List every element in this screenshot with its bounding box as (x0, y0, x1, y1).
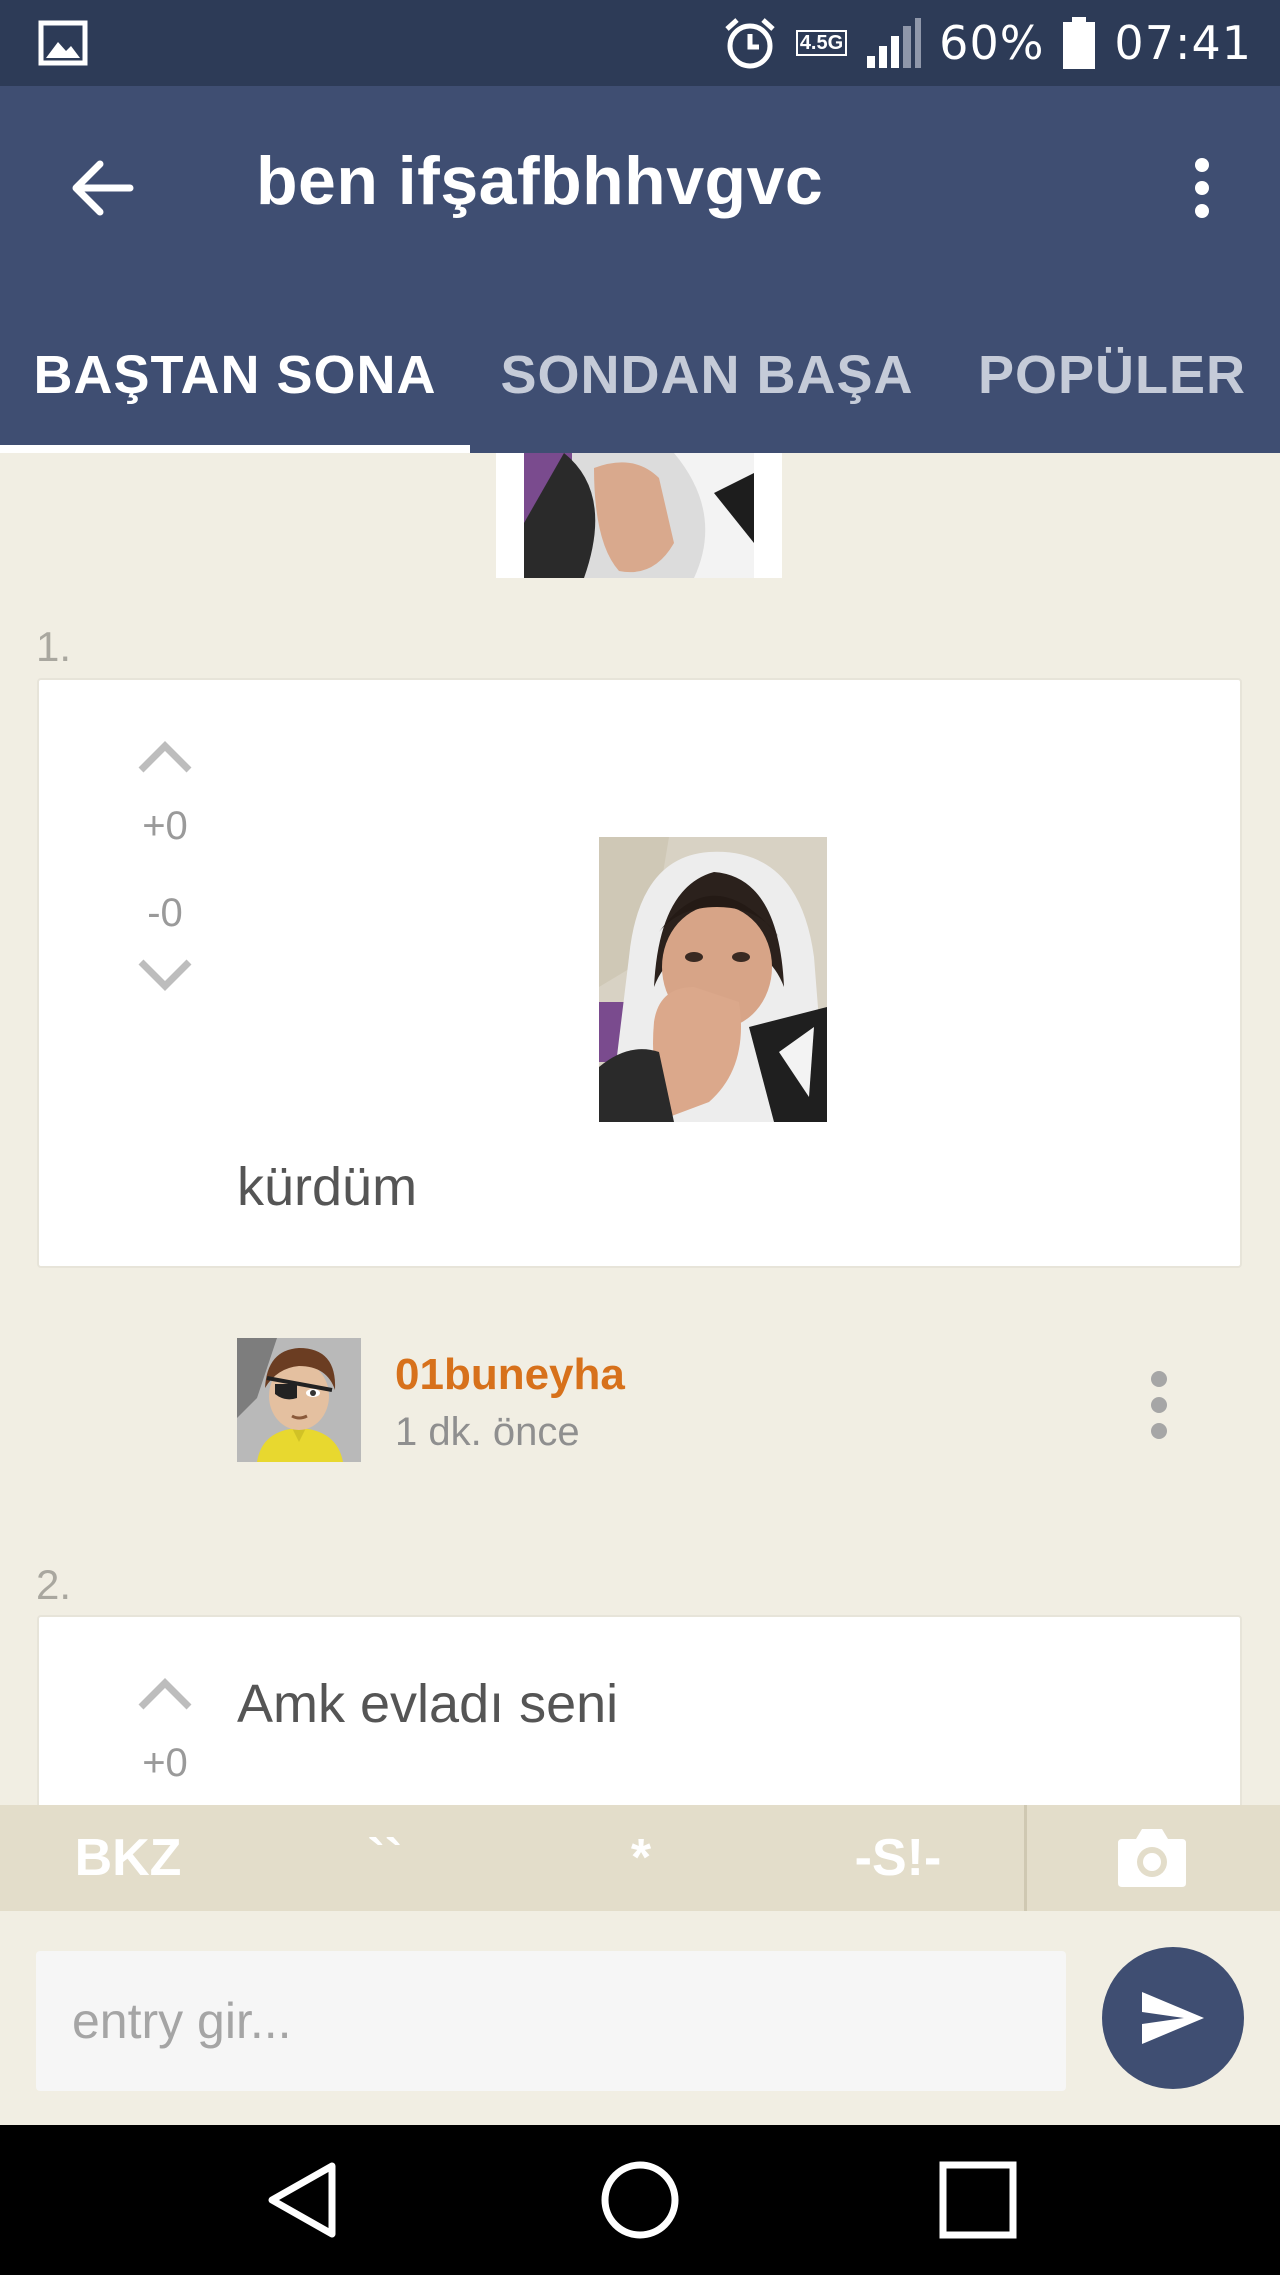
composer (0, 1911, 1280, 2125)
alarm-icon (725, 18, 775, 69)
upvote-chevron-icon[interactable] (137, 740, 193, 774)
previous-entry-image[interactable] (496, 453, 782, 578)
upvote-chevron-icon[interactable] (137, 1677, 193, 1711)
downvote-count: -0 (147, 891, 183, 935)
battery-icon (1063, 17, 1096, 69)
tab-bar: BAŞTAN SONA SONDAN BAŞA POPÜLER (0, 296, 1280, 453)
more-vert-icon (1195, 158, 1209, 218)
entry-number: 2. (36, 1561, 72, 1608)
upvote-count: +0 (142, 1741, 188, 1785)
nav-recents-button[interactable] (923, 2145, 1033, 2255)
system-nav-bar (0, 2125, 1280, 2275)
entry-list[interactable]: 1. +0 -0 kürdüm 01buneyha 1 dk. önce 2. … (0, 453, 1280, 1805)
status-bar: 4.5G 60% 07:41 (0, 0, 1280, 86)
recents-square-icon (939, 2161, 1017, 2239)
entry-number: 1. (36, 623, 72, 670)
back-button[interactable] (60, 146, 144, 230)
send-button[interactable] (1102, 1947, 1244, 2089)
clock: 07:41 (1114, 16, 1252, 70)
entry-timestamp[interactable]: 1 dk. önce (395, 1410, 580, 1455)
camera-button[interactable] (1100, 1819, 1204, 1897)
format-toolbar: BKZ `` * -S!- (0, 1805, 1280, 1911)
network-badge: 4.5G (795, 30, 848, 56)
send-icon (1142, 1992, 1204, 2044)
entry-image[interactable] (599, 837, 827, 1122)
downvote-chevron-icon[interactable] (137, 958, 193, 992)
entry-text: kürdüm (237, 1157, 418, 1217)
entry-text: Amk evladı seni (237, 1674, 619, 1734)
vote-column: +0 -0 (89, 740, 241, 992)
app-bar: ben ifşafbhhvgvc BAŞTAN SONA SONDAN BAŞA… (0, 86, 1280, 453)
tab-bastan-sona[interactable]: BAŞTAN SONA (0, 296, 470, 453)
upvote-count: +0 (142, 804, 188, 848)
more-options-button[interactable] (1170, 146, 1234, 230)
tab-sondan-basa[interactable]: SONDAN BAŞA (470, 296, 944, 453)
toolbar-divider (1024, 1805, 1027, 1911)
tab-populer[interactable]: POPÜLER (944, 296, 1280, 453)
entry-more-button[interactable] (1139, 1365, 1179, 1445)
spoiler-button[interactable]: -S!- (810, 1805, 986, 1911)
home-circle-icon (601, 2161, 679, 2239)
entry-card: +0 -0 kürdüm 01buneyha 1 dk. önce (37, 678, 1242, 1462)
more-vert-icon (1151, 1371, 1167, 1387)
back-triangle-icon (268, 2162, 336, 2238)
backtick-button[interactable]: `` (300, 1805, 470, 1911)
entry-input[interactable] (36, 1951, 1066, 2091)
topic-title: ben ifşafbhhvgvc (256, 143, 824, 219)
active-tab-indicator (0, 445, 470, 453)
bkz-button[interactable]: BKZ (40, 1805, 216, 1911)
author-name[interactable]: 01buneyha (395, 1350, 625, 1400)
camera-icon (1118, 1829, 1186, 1887)
author-avatar[interactable] (237, 1338, 361, 1462)
battery-percent: 60% (939, 16, 1045, 70)
vote-column: +0 (89, 1677, 241, 1786)
gallery-icon (38, 20, 88, 66)
back-arrow-icon (72, 160, 134, 216)
nav-back-button[interactable] (247, 2145, 357, 2255)
signal-icon (867, 18, 922, 68)
entry-card: +0 Amk evladı seni (37, 1615, 1242, 1805)
nav-home-button[interactable] (585, 2145, 695, 2255)
star-button[interactable]: * (556, 1805, 726, 1911)
